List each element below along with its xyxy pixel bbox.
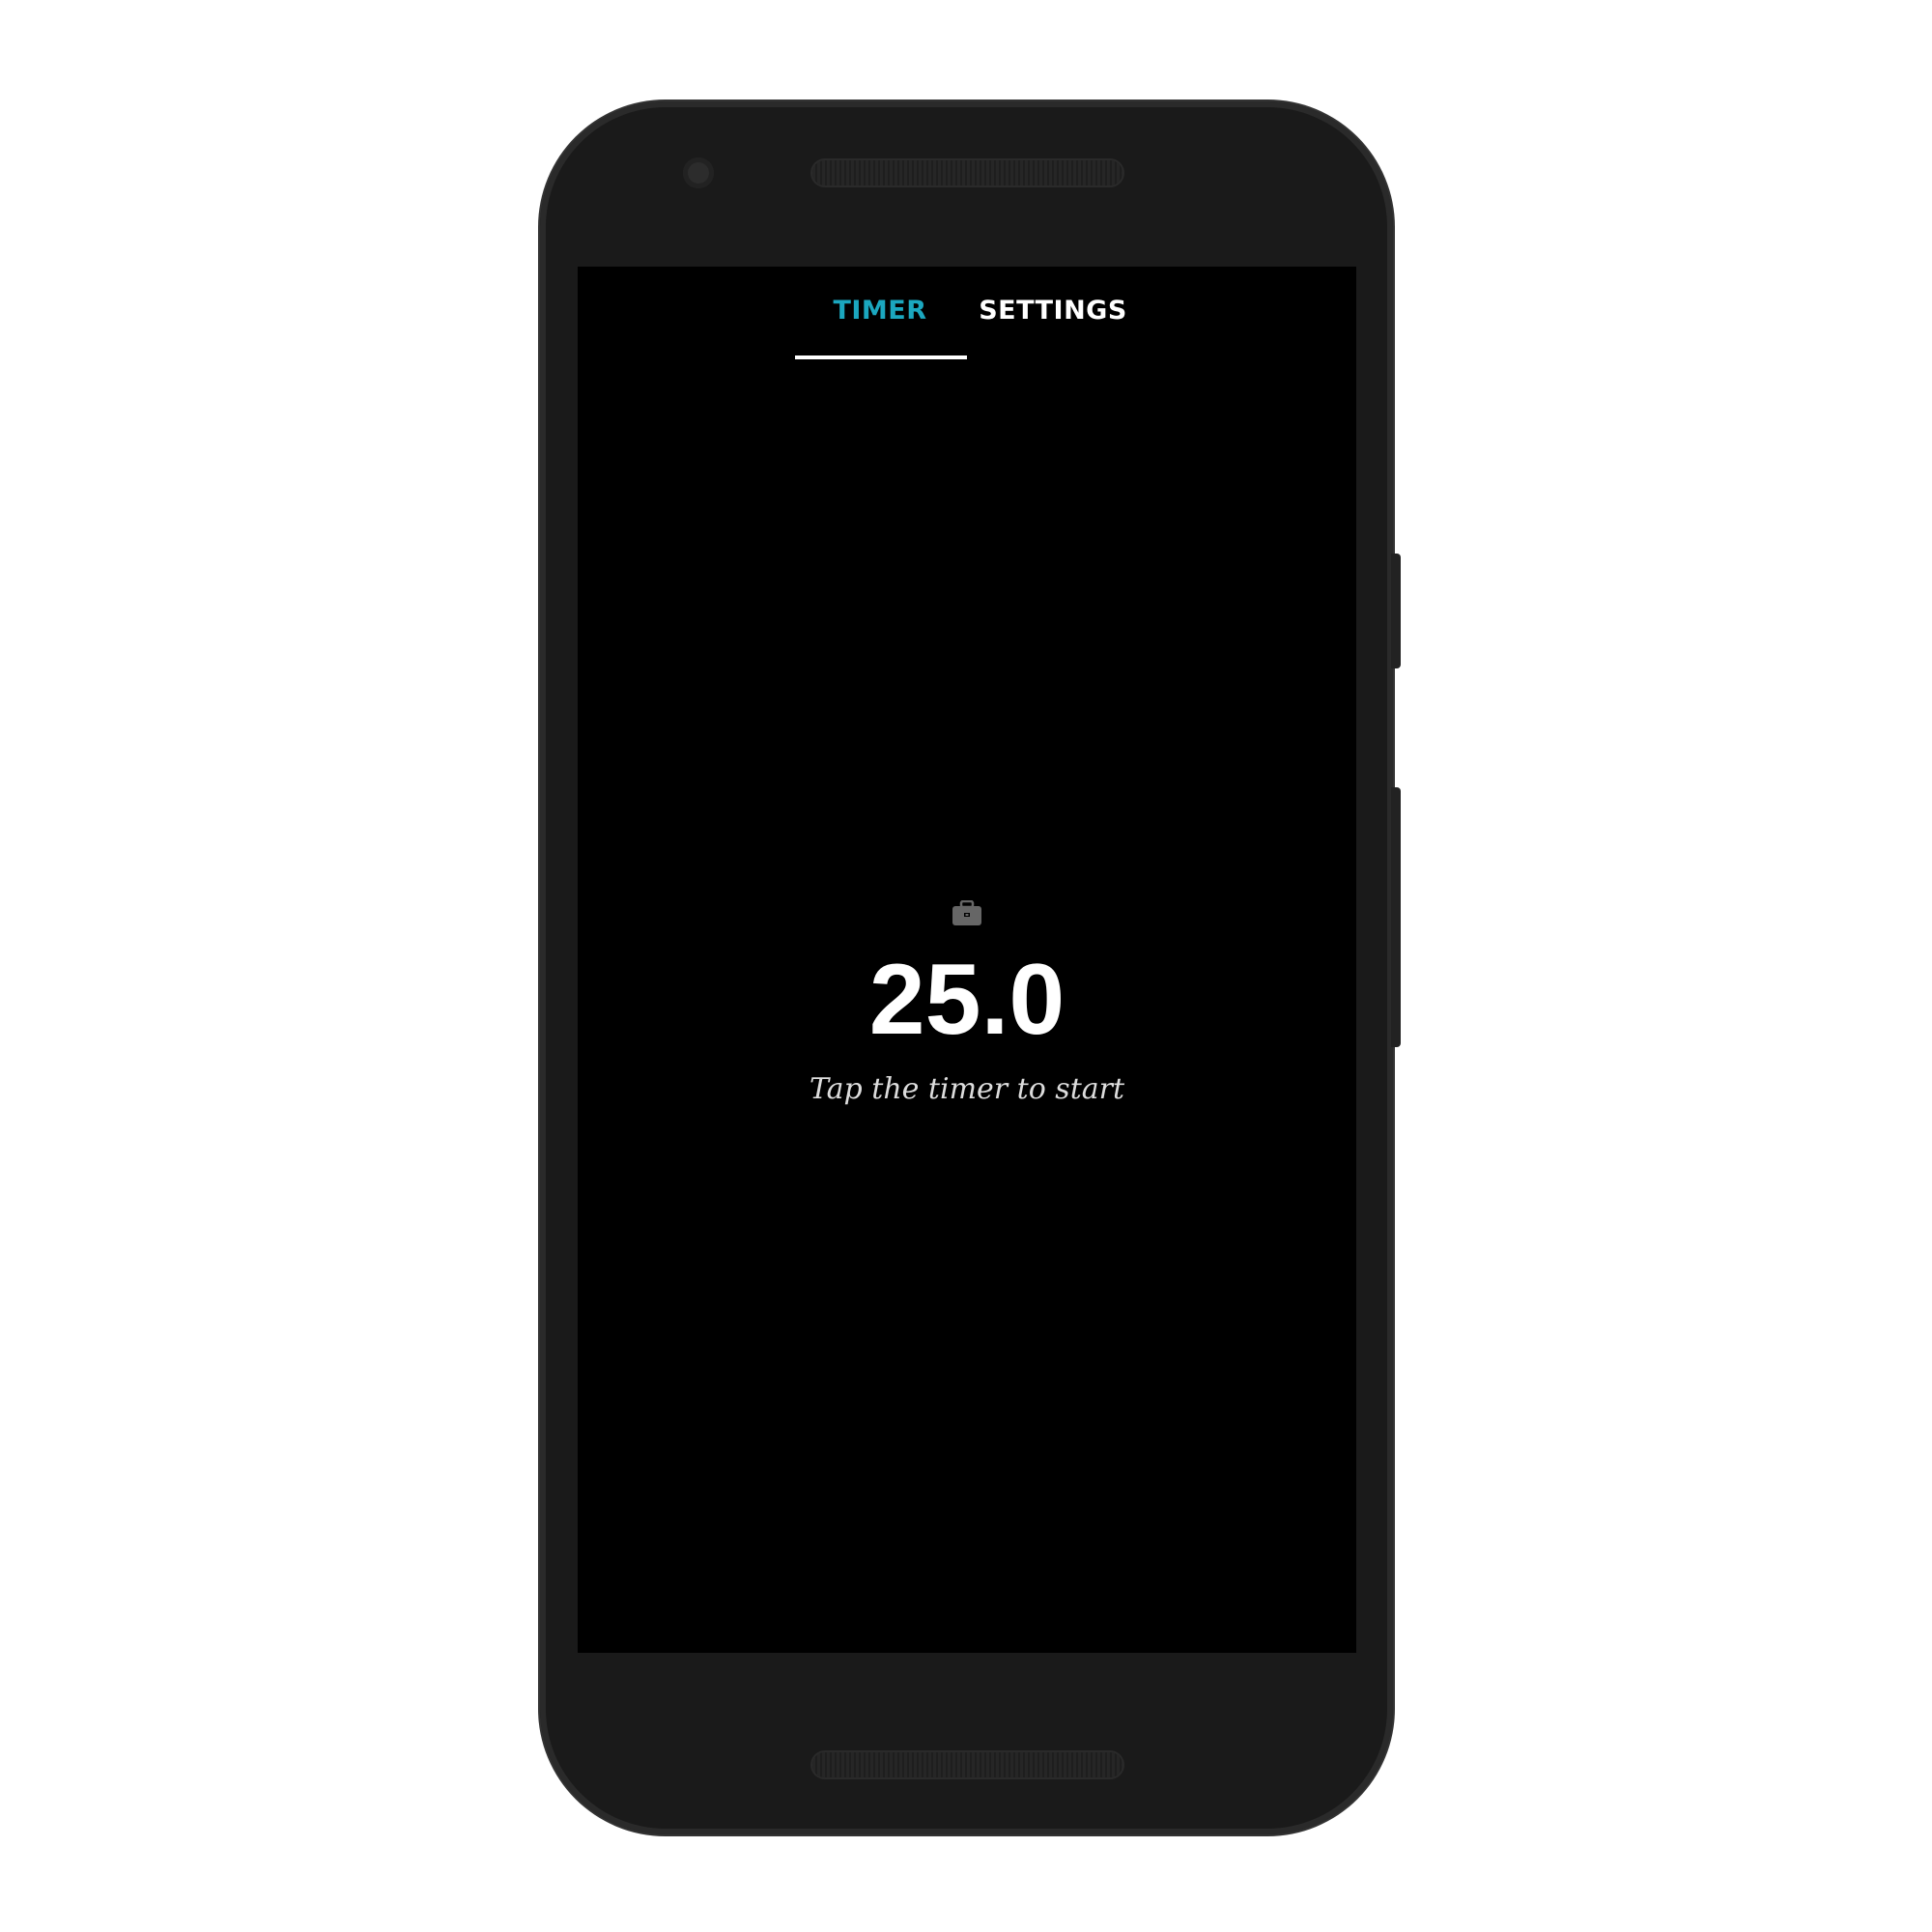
bottom-speaker: [812, 1752, 1122, 1777]
timer-display[interactable]: 25.0: [578, 943, 1356, 1058]
tab-timer[interactable]: TIMER: [833, 296, 926, 326]
power-button: [1391, 554, 1401, 668]
start-hint: Tap the timer to start: [809, 1072, 1125, 1106]
active-tab-indicator: [795, 355, 967, 359]
briefcase-icon: [952, 900, 981, 925]
front-camera: [683, 157, 714, 188]
tab-settings[interactable]: SETTINGS: [979, 296, 1127, 326]
volume-button: [1391, 787, 1401, 1047]
app-screen: TIMER SETTINGS 25.0 Tap the timer to sta…: [578, 267, 1356, 1653]
top-speaker: [812, 160, 1122, 185]
